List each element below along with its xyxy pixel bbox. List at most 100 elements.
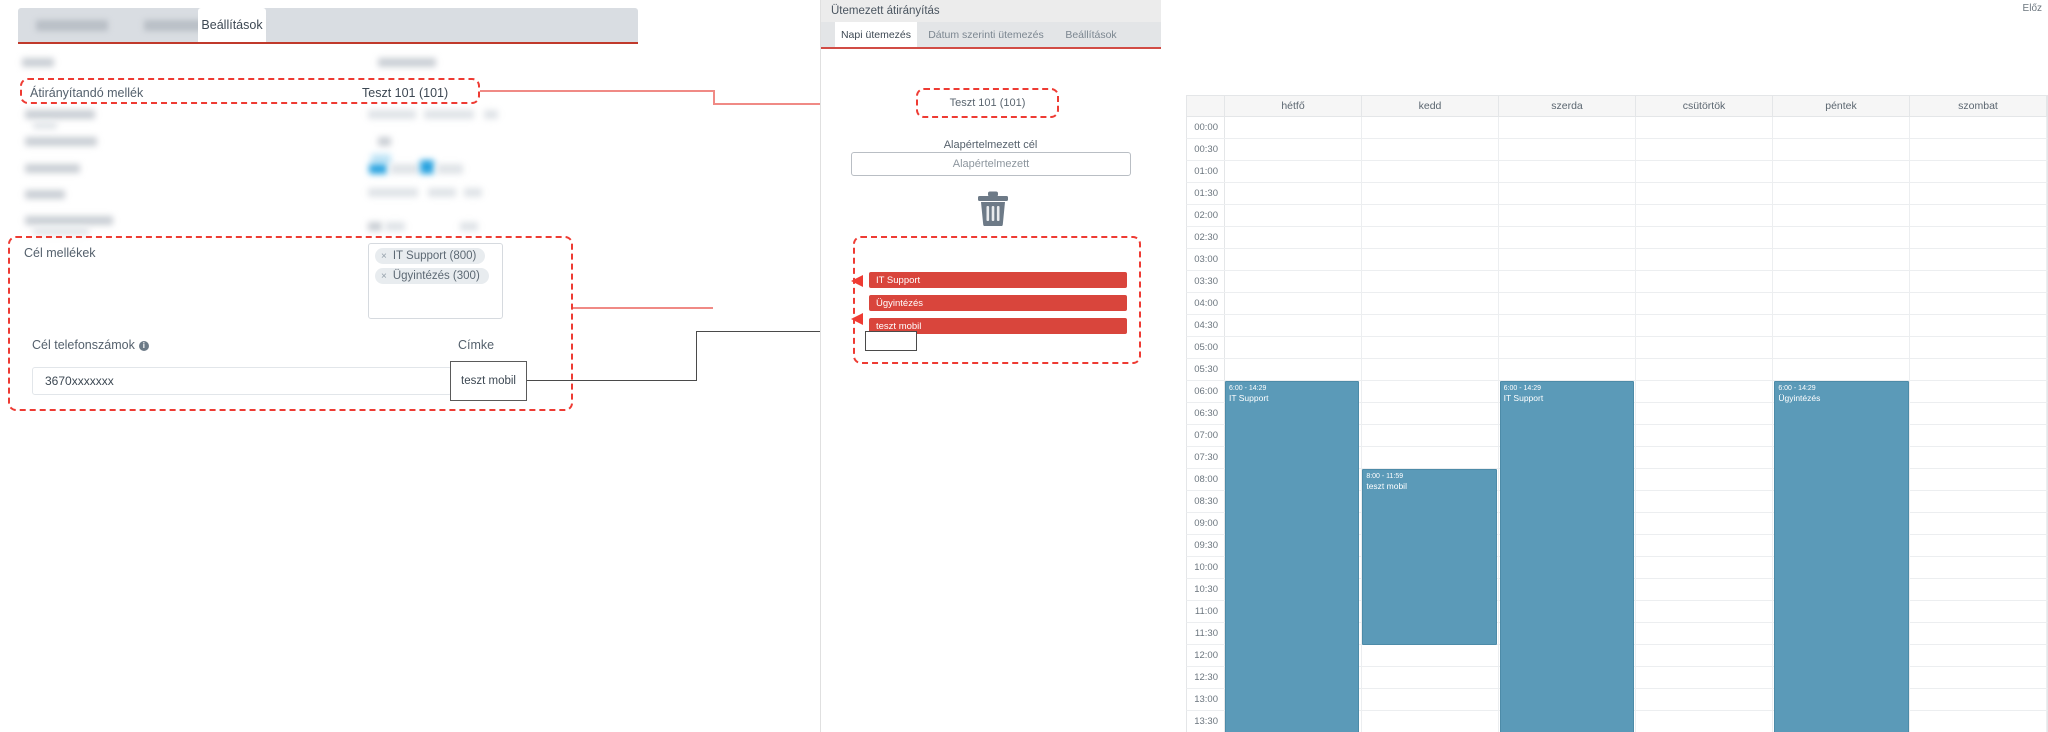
calendar-cell[interactable] [1636,469,1773,490]
extension-badge[interactable]: Teszt 101 (101) [916,97,1059,109]
calendar-cell[interactable] [1636,139,1773,160]
calendar-cell[interactable] [1773,183,1910,204]
calendar-cell[interactable] [1499,315,1636,336]
calendar-cell[interactable] [1910,469,2047,490]
calendar-cell[interactable] [1636,403,1773,424]
calendar-cell[interactable] [1636,601,1773,622]
chip-ugyintezes[interactable]: × Ügyintézés (300) [375,268,489,284]
calendar-cell[interactable] [1362,139,1499,160]
tab-datum-szerinti-utemezes[interactable]: Dátum szerinti ütemezés [921,22,1051,47]
item-it-support[interactable]: IT Support [869,272,1127,288]
calendar-cell[interactable] [1499,359,1636,380]
calendar-cell[interactable] [1910,601,2047,622]
calendar-cell[interactable] [1910,535,2047,556]
calendar-cell[interactable] [1499,227,1636,248]
calendar-cell[interactable] [1636,161,1773,182]
calendar-cell[interactable] [1225,205,1362,226]
calendar-cell[interactable] [1636,249,1773,270]
calendar-cell[interactable] [1636,117,1773,138]
calendar-cell[interactable] [1225,337,1362,358]
tab-beallitasok[interactable]: Beállítások [198,8,266,42]
calendar-event[interactable]: 6:00 - 14:29 IT Support [1499,381,1634,732]
chip-remove-icon[interactable]: × [381,271,387,282]
calendar-cell[interactable] [1499,271,1636,292]
calendar-cell[interactable] [1636,579,1773,600]
trash-icon[interactable] [976,190,1010,231]
info-icon[interactable]: i [138,341,149,351]
value-redirect-extension[interactable]: Teszt 101 (101) [362,86,448,100]
calendar-cell[interactable] [1499,139,1636,160]
calendar-cell[interactable] [1362,271,1499,292]
calendar-cell[interactable] [1225,249,1362,270]
calendar-cell[interactable] [1636,315,1773,336]
calendar-cell[interactable] [1910,623,2047,644]
left-tab-1[interactable] [26,8,118,42]
chip-remove-icon[interactable]: × [381,251,387,262]
calendar-cell[interactable] [1362,689,1499,710]
calendar-cell[interactable] [1636,293,1773,314]
calendar-cell[interactable] [1636,513,1773,534]
calendar-cell[interactable] [1910,183,2047,204]
calendar-cell[interactable] [1773,227,1910,248]
calendar-cell[interactable] [1225,293,1362,314]
calendar-cell[interactable] [1499,183,1636,204]
calendar-cell[interactable] [1362,667,1499,688]
calendar-cell[interactable] [1910,689,2047,710]
calendar-cell[interactable] [1910,205,2047,226]
calendar-cell[interactable] [1636,425,1773,446]
calendar-cell[interactable] [1910,381,2047,402]
calendar-cell[interactable] [1362,249,1499,270]
calendar-cell[interactable] [1636,667,1773,688]
calendar-cell[interactable] [1636,689,1773,710]
calendar-cell[interactable] [1362,645,1499,666]
calendar-cell[interactable] [1910,293,2047,314]
calendar-cell[interactable] [1910,711,2047,732]
calendar-cell[interactable] [1362,183,1499,204]
calendar-cell[interactable] [1910,667,2047,688]
calendar-cell[interactable] [1362,117,1499,138]
calendar-cell[interactable] [1910,447,2047,468]
calendar-cell[interactable] [1362,227,1499,248]
calendar-cell[interactable] [1636,623,1773,644]
calendar-cell[interactable] [1362,381,1499,402]
calendar-cell[interactable] [1773,293,1910,314]
calendar-cell[interactable] [1225,117,1362,138]
calendar-cell[interactable] [1499,293,1636,314]
calendar-cell[interactable] [1910,491,2047,512]
calendar-cell[interactable] [1636,645,1773,666]
calendar-cell[interactable] [1362,359,1499,380]
calendar-event[interactable]: 8:00 - 11:59 teszt mobil [1362,469,1497,645]
calendar-cell[interactable] [1910,557,2047,578]
calendar-cell[interactable] [1362,315,1499,336]
calendar-cell[interactable] [1636,359,1773,380]
tab-beallitasok[interactable]: Beállítások [1055,22,1127,47]
calendar-cell[interactable] [1362,711,1499,732]
calendar-cell[interactable] [1225,227,1362,248]
calendar-cell[interactable] [1773,205,1910,226]
calendar-cell[interactable] [1910,645,2047,666]
calendar-cell[interactable] [1225,161,1362,182]
calendar-cell[interactable] [1225,271,1362,292]
calendar-cell[interactable] [1499,205,1636,226]
calendar-cell[interactable] [1636,447,1773,468]
calendar-cell[interactable] [1499,117,1636,138]
calendar-cell[interactable] [1362,337,1499,358]
calendar-cell[interactable] [1773,139,1910,160]
calendar-cell[interactable] [1636,491,1773,512]
calendar-cell[interactable] [1499,249,1636,270]
chip-it-support[interactable]: × IT Support (800) [375,248,486,264]
calendar-cell[interactable] [1910,579,2047,600]
calendar-cell[interactable] [1636,381,1773,402]
calendar-cell[interactable] [1636,535,1773,556]
calendar-cell[interactable] [1773,337,1910,358]
calendar-cell[interactable] [1910,139,2047,160]
calendar-cell[interactable] [1362,447,1499,468]
calendar-cell[interactable] [1910,271,2047,292]
calendar-cell[interactable] [1499,161,1636,182]
calendar-cell[interactable] [1910,359,2047,380]
tab-napi-utemezes[interactable]: Napi ütemezés [835,22,917,47]
item-ugyintezes[interactable]: Ügyintézés [869,295,1127,311]
calendar-cell[interactable] [1362,205,1499,226]
calendar-cell[interactable] [1225,139,1362,160]
calendar-event[interactable]: 6:00 - 14:29 Ügyintézés [1774,381,1909,732]
